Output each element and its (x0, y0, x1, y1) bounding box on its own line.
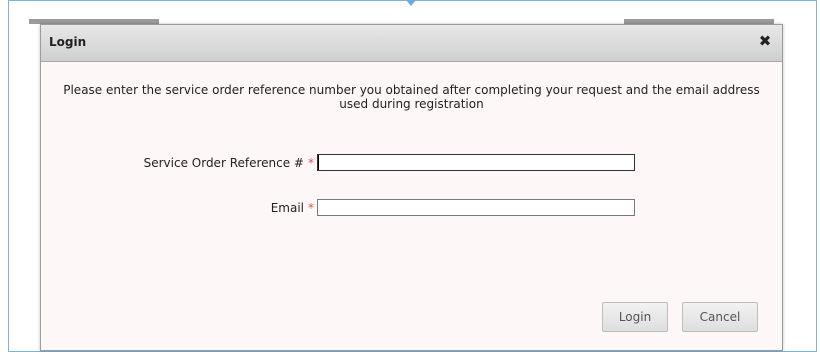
required-marker: * (308, 156, 314, 170)
caret-down-icon (406, 0, 416, 6)
reference-label-text: Service Order Reference # (143, 156, 304, 170)
login-button[interactable]: Login (602, 302, 668, 332)
reference-label: Service Order Reference # * (144, 156, 314, 170)
email-input[interactable] (317, 199, 635, 216)
close-icon[interactable]: ✖ (758, 33, 772, 49)
dialog-title: Login (49, 35, 87, 49)
dialog-titlebar: Login ✖ (41, 25, 782, 62)
login-dialog: Login ✖ Please enter the service order r… (40, 24, 783, 351)
email-label: Email * (271, 201, 314, 215)
cancel-button[interactable]: Cancel (682, 302, 758, 332)
page-frame: Login ✖ Please enter the service order r… (8, 0, 817, 352)
instructions-text: Please enter the service order reference… (63, 83, 760, 111)
reference-number-input[interactable] (317, 154, 635, 171)
email-label-text: Email (270, 201, 304, 215)
required-marker: * (308, 201, 314, 215)
